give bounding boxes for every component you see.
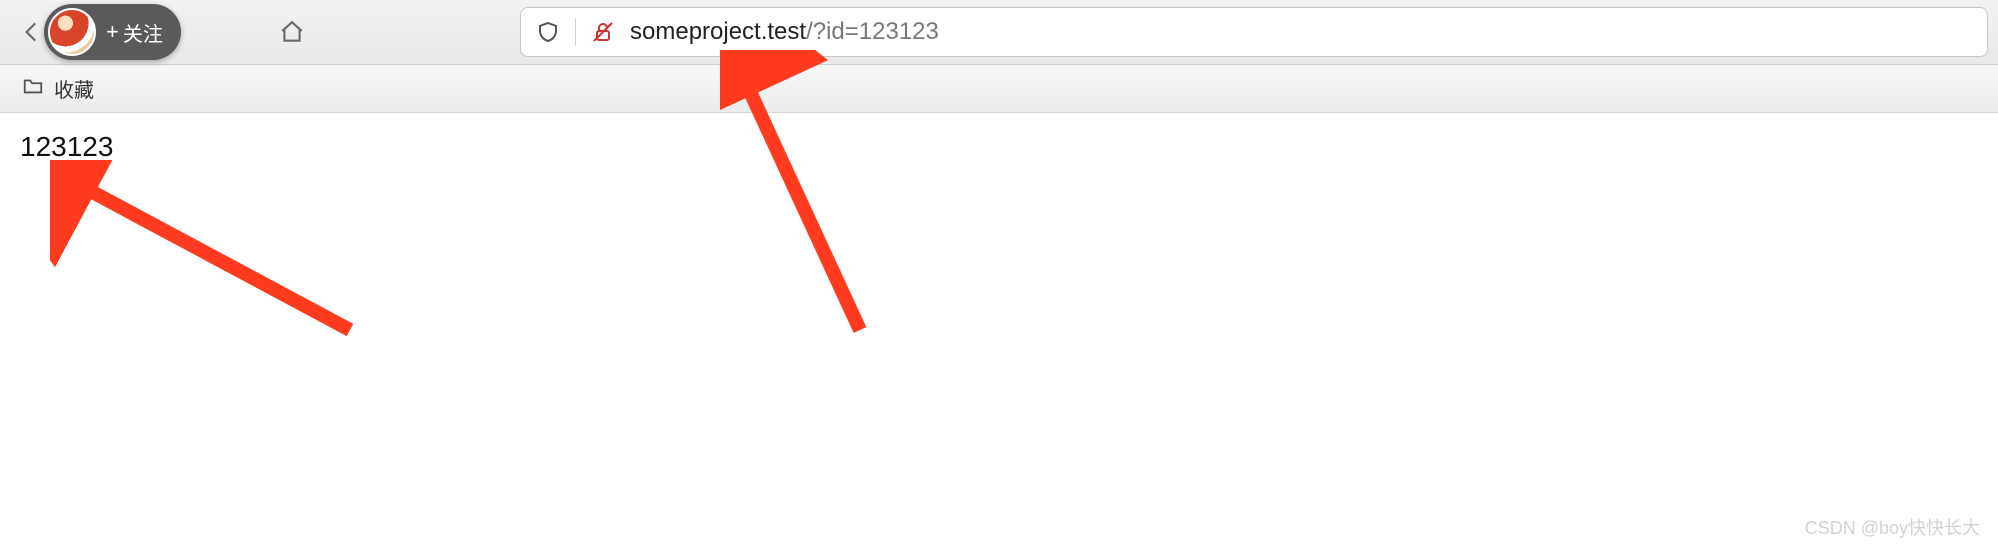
- back-icon: [19, 19, 45, 45]
- watermark: CSDN @boy快快长大: [1805, 514, 1980, 540]
- avatar: [48, 8, 96, 56]
- browser-toolbar: + 关注 someproject.test/?id=123123: [0, 0, 1998, 65]
- plus-icon: +: [106, 21, 119, 43]
- home-button[interactable]: [270, 10, 314, 54]
- favorites-folder-label[interactable]: 收藏: [54, 74, 94, 103]
- address-bar[interactable]: someproject.test/?id=123123: [520, 7, 1988, 57]
- annotation-arrow-body: [50, 160, 370, 360]
- follow-pill[interactable]: + 关注: [44, 4, 181, 60]
- home-icon: [279, 19, 305, 45]
- page-content: 123123: [0, 113, 1998, 181]
- url-text[interactable]: someproject.test/?id=123123: [630, 18, 1973, 46]
- shield-icon[interactable]: [535, 19, 561, 45]
- separator: [575, 18, 576, 46]
- page-body-text: 123123: [20, 131, 113, 162]
- lock-slash-icon[interactable]: [590, 19, 616, 45]
- follow-label: + 关注: [106, 18, 163, 47]
- bookmarks-bar: 收藏: [0, 65, 1998, 113]
- folder-icon[interactable]: [20, 75, 46, 102]
